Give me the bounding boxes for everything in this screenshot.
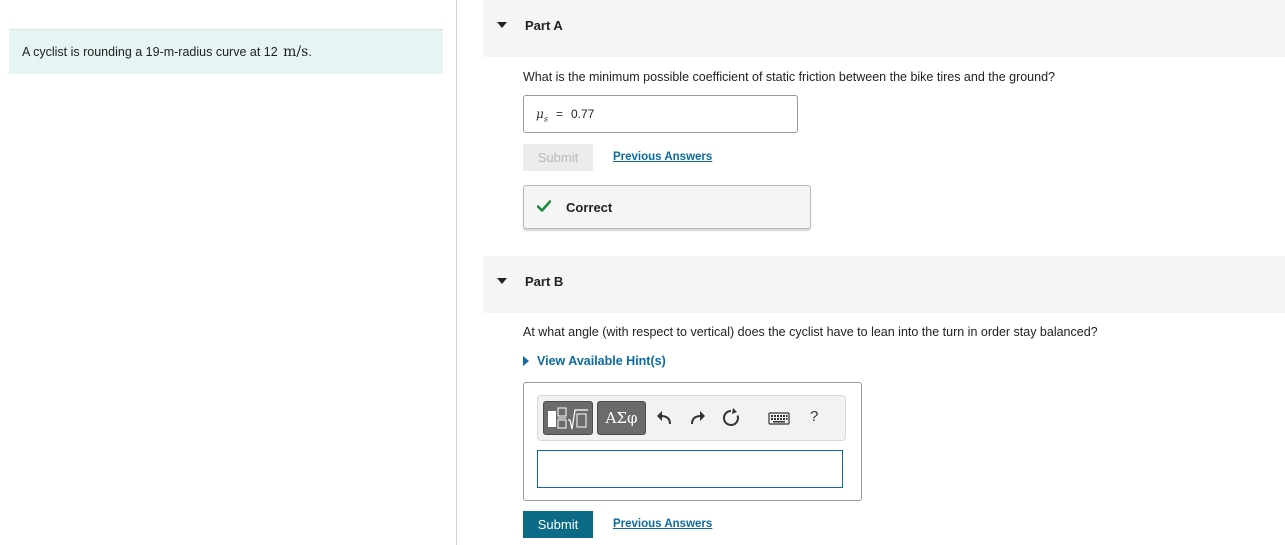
problem-period: . [308,45,312,59]
speed-units: m/s [283,44,309,60]
mu-symbol: μs [536,107,548,123]
editor-toolbar: ΑΣφ ? [537,395,846,441]
caret-down-icon [497,22,507,28]
part-a-answer-field: μs = 0.77 [523,95,798,133]
help-icon[interactable]: ? [810,408,818,425]
part-a-question: What is the minimum possible coefficient… [523,70,1055,84]
caret-down-icon [497,278,507,284]
greek-symbols-button[interactable]: ΑΣφ [597,401,646,435]
part-a-answer-value: 0.77 [571,107,595,121]
part-a-previous-answers-link[interactable]: Previous Answers [613,151,712,163]
part-b-title: Part B [525,274,564,289]
part-a-submit-button: Submit [523,144,593,171]
part-a-header[interactable]: Part A [483,0,1285,57]
view-hints-toggle[interactable]: View Available Hint(s) [523,354,666,368]
part-a-title: Part A [525,18,563,33]
mu-subscript: s [543,114,548,124]
undo-icon[interactable] [654,407,676,429]
keyboard-icon[interactable] [767,407,791,429]
part-b-previous-answers-link[interactable]: Previous Answers [613,518,712,530]
part-b-header[interactable]: Part B [483,256,1285,313]
equals-sign: = [556,107,564,121]
view-hints-label: View Available Hint(s) [537,354,666,368]
redo-icon[interactable] [686,407,708,429]
mu-letter: μ [536,107,544,121]
checkmark-icon [537,200,551,212]
reset-icon[interactable] [720,407,742,429]
hint-triangle-icon [523,355,529,366]
part-b-submit-button[interactable]: Submit [523,511,593,538]
templates-icon [548,407,588,430]
math-editor: ΑΣφ ? [523,382,862,501]
part-b-answer-input[interactable] [537,450,843,488]
problem-text: A cyclist is rounding a 19-m-radius curv… [22,45,278,59]
feedback-correct-label: Correct [566,200,613,215]
templates-button[interactable] [543,401,593,435]
problem-statement: A cyclist is rounding a 19-m-radius curv… [22,44,312,60]
problem-intro: A cyclist is rounding a 19-m-radius curv… [9,29,443,74]
part-a-feedback: Correct [523,185,811,229]
column-divider [456,0,457,545]
part-b-question: At what angle (with respect to vertical)… [523,325,1098,339]
